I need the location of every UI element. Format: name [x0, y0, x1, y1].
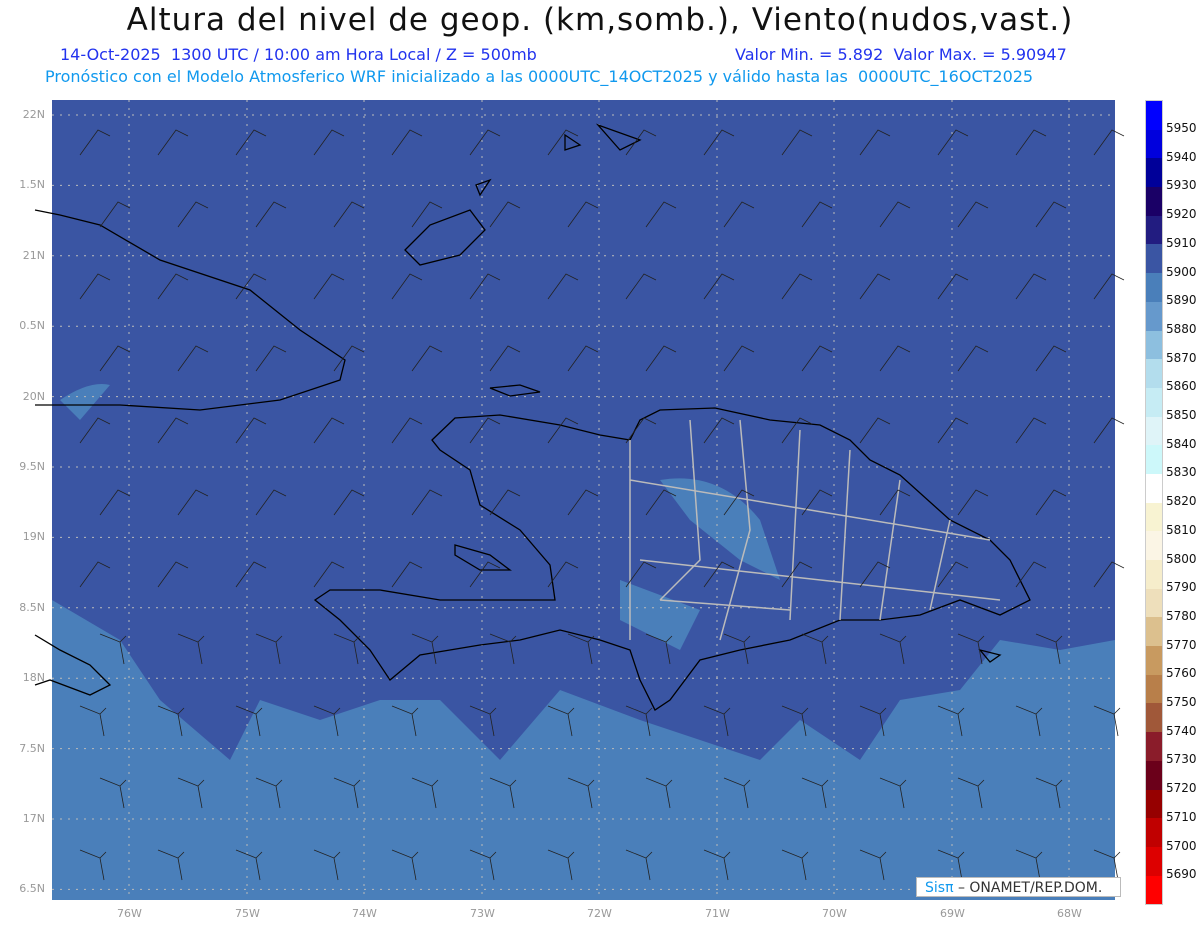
- colorbar-label: 5770: [1166, 637, 1197, 652]
- colorbar-cell: [1146, 875, 1162, 905]
- colorbar-label: 5890: [1166, 293, 1197, 308]
- lon-label: 72W: [587, 907, 612, 920]
- colorbar-cell: [1146, 244, 1162, 274]
- colorbar-label: 5950: [1166, 121, 1197, 135]
- colorbar-cell: [1146, 760, 1162, 790]
- colorbar-cell: [1146, 646, 1162, 675]
- colorbar-label: 5720: [1166, 781, 1197, 796]
- colorbar-cell: [1146, 560, 1162, 589]
- colorbar-cell: [1146, 301, 1162, 331]
- colorbar-cell: [1146, 588, 1162, 618]
- lon-label: 69W: [940, 907, 965, 920]
- lat-label: 20N: [22, 389, 45, 403]
- credit-box: Sisπ – ONAMET/REP.DOM.: [916, 877, 1121, 897]
- colorbar-cell: [1146, 187, 1162, 216]
- colorbar-cell: [1146, 818, 1162, 847]
- colorbar-label: 5740: [1166, 723, 1197, 738]
- colorbar-cell: [1146, 789, 1162, 819]
- lat-label: 1.5N: [19, 178, 45, 192]
- lon-label: 73W: [470, 907, 495, 920]
- colorbar: [1145, 100, 1163, 906]
- colorbar-label: 5820: [1166, 494, 1197, 509]
- lat-label: 18N: [22, 671, 45, 685]
- colorbar-label: 5940: [1166, 149, 1197, 164]
- colorbar-cell: [1146, 531, 1162, 560]
- lat-label: 22N: [22, 108, 45, 121]
- lon-label: 68W: [1057, 907, 1082, 920]
- colorbar-cell: [1146, 617, 1162, 647]
- lon-label: 74W: [352, 907, 377, 920]
- lat-label: 9.5N: [19, 460, 45, 473]
- colorbar-label: 5850: [1166, 408, 1197, 422]
- colorbar-cell: [1146, 674, 1162, 704]
- colorbar-label: 5860: [1166, 379, 1197, 394]
- colorbar-label: 5880: [1166, 321, 1197, 336]
- colorbar-label: 5830: [1166, 465, 1197, 480]
- lon-label: 71W: [705, 907, 730, 920]
- lon-label: 70W: [822, 907, 847, 920]
- colorbar-cell: [1146, 387, 1162, 417]
- colorbar-label: 5840: [1166, 436, 1197, 451]
- colorbar-label: 5930: [1166, 178, 1197, 193]
- lon-label: 75W: [235, 907, 260, 920]
- lat-label: 21N: [22, 248, 45, 262]
- lat-label: 17N: [22, 812, 45, 825]
- colorbar-label: 5700: [1166, 838, 1197, 853]
- colorbar-cell: [1146, 846, 1162, 876]
- colorbar-label: 5730: [1166, 752, 1197, 767]
- colorbar-label: 5760: [1166, 666, 1197, 681]
- colorbar-cell: [1146, 330, 1162, 360]
- colorbar-label: 5780: [1166, 608, 1197, 623]
- lat-label: 19N: [22, 530, 45, 544]
- colorbar-label: 5810: [1166, 522, 1197, 537]
- colorbar-cell: [1146, 732, 1162, 761]
- lat-label: 0.5N: [19, 319, 45, 333]
- colorbar-label: 5750: [1166, 695, 1197, 709]
- lat-label: 7.5N: [19, 741, 45, 755]
- colorbar-label: 5800: [1166, 551, 1197, 566]
- colorbar-cell: [1146, 502, 1162, 532]
- colorbar-cell: [1146, 359, 1162, 388]
- lat-label: 6.5N: [19, 882, 45, 896]
- colorbar-label: 5900: [1166, 264, 1197, 279]
- colorbar-cell: [1146, 158, 1162, 188]
- colorbar-cell: [1146, 101, 1162, 130]
- lat-label: 8.5N: [19, 600, 45, 614]
- colorbar-cell: [1146, 416, 1162, 446]
- colorbar-cell: [1146, 445, 1162, 474]
- lon-label: 76W: [117, 907, 142, 920]
- colorbar-label: 5920: [1166, 207, 1197, 222]
- colorbar-cell: [1146, 215, 1162, 245]
- colorbar-label: 5710: [1166, 809, 1197, 824]
- colorbar-cell: [1146, 703, 1162, 733]
- colorbar-label: 5870: [1166, 350, 1197, 365]
- colorbar-label: 5910: [1166, 235, 1197, 250]
- shading-high: [52, 100, 1115, 760]
- colorbar-cell: [1146, 473, 1162, 503]
- credit-text: – ONAMET/REP.DOM.: [953, 880, 1103, 896]
- colorbar-label: 5790: [1166, 580, 1197, 595]
- colorbar-cell: [1146, 273, 1162, 302]
- colorbar-label: 5690: [1166, 867, 1197, 882]
- credit-brand: Sisπ: [925, 880, 954, 896]
- geopotential-map: [34, 100, 1125, 900]
- colorbar-cell: [1146, 129, 1162, 159]
